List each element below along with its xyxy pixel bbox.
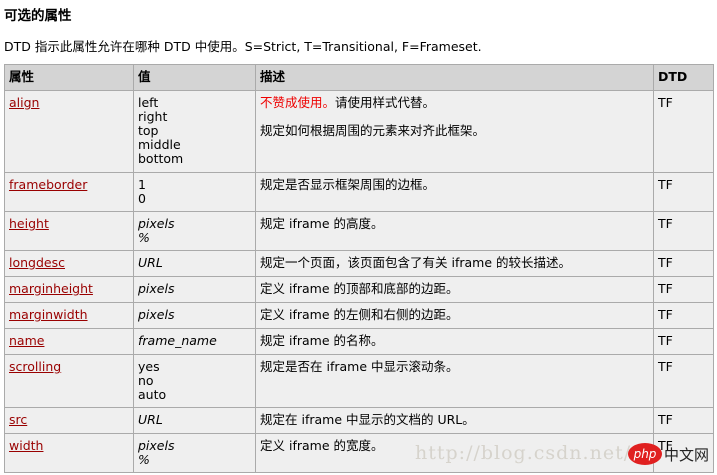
cell-description: 规定一个页面，该页面包含了有关 iframe 的较长描述。 xyxy=(255,250,654,277)
cell-description: 规定 iframe 的名称。 xyxy=(255,328,654,355)
value-option: pixels xyxy=(138,216,175,231)
value-option: URL xyxy=(138,412,163,427)
cell-attribute: marginheight xyxy=(4,276,134,303)
cell-attribute: src xyxy=(4,407,134,434)
table-row: src URL 规定在 iframe 中显示的文档的 URL。 TF xyxy=(4,407,714,434)
value-option: pixels xyxy=(138,438,175,453)
cell-dtd: TF xyxy=(653,276,714,303)
cell-attribute: align xyxy=(4,90,134,173)
cell-attribute: longdesc xyxy=(4,250,134,277)
table-row: width pixels% 定义 iframe 的宽度。 TF xyxy=(4,433,714,473)
cell-description: 定义 iframe 的宽度。 xyxy=(255,433,654,473)
cell-dtd: TF xyxy=(653,433,714,473)
value-option: URL xyxy=(138,255,163,270)
attribute-link-name[interactable]: name xyxy=(9,333,44,348)
cell-description: 定义 iframe 的顶部和底部的边距。 xyxy=(255,276,654,303)
attribute-link-marginheight[interactable]: marginheight xyxy=(9,281,93,296)
cell-description: 规定是否显示框架周围的边框。 xyxy=(255,172,654,212)
value-option: right xyxy=(138,109,168,124)
table-row: height pixels% 规定 iframe 的高度。 TF xyxy=(4,211,714,251)
value-option: % xyxy=(138,452,150,467)
cell-values: URL xyxy=(133,250,256,277)
cell-dtd: TF xyxy=(653,354,714,408)
table-row: marginwidth pixels 定义 iframe 的左侧和右侧的边距。 … xyxy=(4,302,714,329)
table-row: name frame_name 规定 iframe 的名称。 TF xyxy=(4,328,714,355)
section-heading: 可选的属性 xyxy=(4,8,72,24)
header-attribute: 属性 xyxy=(4,64,134,91)
value-option: pixels xyxy=(138,281,175,296)
table-row: frameborder 10 规定是否显示框架周围的边框。 TF xyxy=(4,172,714,212)
cell-attribute: height xyxy=(4,211,134,251)
value-option: pixels xyxy=(138,307,175,322)
cell-attribute: frameborder xyxy=(4,172,134,212)
cell-description: 不赞成使用。请使用样式代替。规定如何根据周围的元素来对齐此框架。 xyxy=(255,90,654,173)
description-text: 规定一个页面，该页面包含了有关 iframe 的较长描述。 xyxy=(260,255,571,270)
cell-values: frame_name xyxy=(133,328,256,355)
cell-description: 规定在 iframe 中显示的文档的 URL。 xyxy=(255,407,654,434)
value-option: yes xyxy=(138,359,160,374)
attribute-link-align[interactable]: align xyxy=(9,95,39,110)
header-description: 描述 xyxy=(255,64,654,91)
cell-values: yes no auto xyxy=(133,354,256,408)
cell-values: pixels xyxy=(133,302,256,329)
cell-values: pixels% xyxy=(133,433,256,473)
cell-values: 10 xyxy=(133,172,256,212)
cell-dtd: TF xyxy=(653,250,714,277)
value-option: no xyxy=(138,373,154,388)
description-text: 规定是否显示框架周围的边框。 xyxy=(260,177,436,192)
cell-dtd: TF xyxy=(653,328,714,355)
value-option: 1 xyxy=(138,177,146,192)
description-text: 规定是否在 iframe 中显示滚动条。 xyxy=(260,359,459,374)
cell-attribute: width xyxy=(4,433,134,473)
cell-attribute: marginwidth xyxy=(4,302,134,329)
cell-dtd: TF xyxy=(653,407,714,434)
table-row: align left right top middle bottom 不赞成使用。请使用… xyxy=(4,90,714,173)
cell-values: pixels% xyxy=(133,211,256,251)
description-text: 定义 iframe 的顶部和底部的边距。 xyxy=(260,281,459,296)
cell-description: 定义 iframe 的左侧和右侧的边距。 xyxy=(255,302,654,329)
cell-description: 规定是否在 iframe 中显示滚动条。 xyxy=(255,354,654,408)
attribute-link-longdesc[interactable]: longdesc xyxy=(9,255,65,270)
description-text: 定义 iframe 的宽度。 xyxy=(260,438,384,453)
cell-values: left right top middle bottom xyxy=(133,90,256,173)
value-option: top xyxy=(138,123,159,138)
attribute-link-marginwidth[interactable]: marginwidth xyxy=(9,307,88,322)
cell-description: 规定 iframe 的高度。 xyxy=(255,211,654,251)
description-text: 规定 iframe 的高度。 xyxy=(260,216,384,231)
value-option: % xyxy=(138,230,150,245)
table-row: longdesc URL 规定一个页面，该页面包含了有关 iframe 的较长描… xyxy=(4,250,714,277)
table-row: scrolling yes no auto 规定是否在 iframe 中显示滚动条。… xyxy=(4,354,714,408)
dtd-intro: DTD 指示此属性允许在哪种 DTD 中使用。S=Strict, T=Trans… xyxy=(4,39,482,54)
value-option: middle xyxy=(138,137,181,152)
attribute-link-width[interactable]: width xyxy=(9,438,43,453)
header-dtd: DTD xyxy=(653,64,714,91)
attribute-link-frameborder[interactable]: frameborder xyxy=(9,177,87,192)
value-option: bottom xyxy=(138,151,184,166)
description-text: 规定 iframe 的名称。 xyxy=(260,333,384,348)
header-value: 值 xyxy=(133,64,256,91)
attributes-table: 属性 值 描述 DTD align left right top middle bott… xyxy=(4,64,714,473)
description-text: 请使用样式代替。 xyxy=(335,95,436,110)
description-text-2: 规定如何根据周围的元素来对齐此框架。 xyxy=(260,123,486,138)
value-option: 0 xyxy=(138,191,146,206)
attribute-link-height[interactable]: height xyxy=(9,216,49,231)
attribute-link-scrolling[interactable]: scrolling xyxy=(9,359,61,374)
description-text: 定义 iframe 的左侧和右侧的边距。 xyxy=(260,307,459,322)
description-text: 规定在 iframe 中显示的文档的 URL。 xyxy=(260,412,475,427)
cell-values: URL xyxy=(133,407,256,434)
cell-attribute: scrolling xyxy=(4,354,134,408)
cell-dtd: TF xyxy=(653,172,714,212)
table-header-row: 属性 值 描述 DTD xyxy=(4,64,714,91)
attribute-link-src[interactable]: src xyxy=(9,412,27,427)
cell-dtd: TF xyxy=(653,302,714,329)
cell-values: pixels xyxy=(133,276,256,303)
value-option: auto xyxy=(138,387,167,402)
cell-dtd: TF xyxy=(653,211,714,251)
value-option: left xyxy=(138,95,159,110)
cell-attribute: name xyxy=(4,328,134,355)
deprecated-note: 不赞成使用。 xyxy=(260,95,336,110)
table-row: marginheight pixels 定义 iframe 的顶部和底部的边距。… xyxy=(4,276,714,303)
cell-dtd: TF xyxy=(653,90,714,173)
value-option: frame_name xyxy=(138,333,217,348)
